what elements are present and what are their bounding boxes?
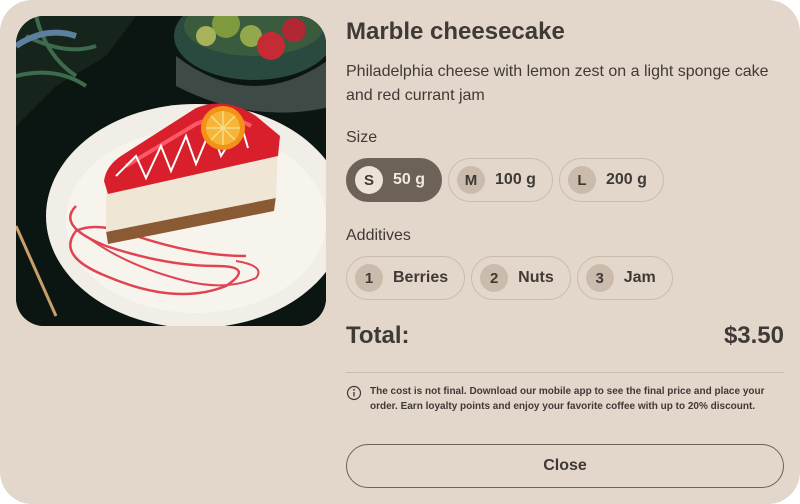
product-modal: Marble cheesecake Philadelphia cheese wi…	[0, 0, 800, 504]
product-image	[16, 16, 326, 326]
cheesecake-photo	[16, 16, 326, 326]
size-options: S 50 g M 100 g L 200 g	[346, 158, 664, 202]
size-section-label: Size	[346, 129, 378, 146]
size-badge-m: M	[457, 166, 486, 194]
info-icon	[346, 385, 362, 401]
additive-label: Jam	[623, 269, 656, 286]
size-badge-l: L	[567, 166, 596, 194]
additive-badge: 3	[585, 264, 614, 292]
size-option-medium[interactable]: M 100 g	[448, 158, 553, 202]
product-description: Philadelphia cheese with lemon zest on a…	[346, 63, 769, 104]
price-note: The cost is not final. Download our mobi…	[346, 384, 784, 414]
total-amount: $3.50	[723, 322, 784, 349]
additive-badge: 1	[355, 264, 383, 292]
additive-option-jam[interactable]: 3 Jam	[576, 256, 673, 300]
size-option-large[interactable]: L 200 g	[558, 158, 664, 202]
total-label: Total:	[346, 322, 410, 349]
additive-label: Nuts	[518, 269, 554, 286]
divider	[346, 372, 784, 373]
additive-option-nuts[interactable]: 2 Nuts	[471, 256, 571, 300]
size-value: 200 g	[605, 171, 647, 188]
size-value: 50 g	[393, 171, 426, 188]
price-note-text: The cost is not final. Download our mobi…	[370, 386, 765, 412]
additive-label: Berries	[393, 269, 449, 286]
product-title: Marble cheesecake	[346, 18, 565, 45]
additives-section-label: Additives	[346, 227, 411, 244]
close-button[interactable]: Close	[346, 444, 784, 488]
additive-options: 1 Berries 2 Nuts 3 Jam	[346, 256, 673, 300]
total-row: Total: $3.50	[346, 322, 784, 350]
size-option-small[interactable]: S 50 g	[346, 158, 443, 202]
additive-option-berries[interactable]: 1 Berries	[346, 256, 466, 300]
additive-badge: 2	[480, 264, 509, 292]
size-badge-s: S	[355, 166, 383, 194]
size-value: 100 g	[495, 171, 536, 188]
